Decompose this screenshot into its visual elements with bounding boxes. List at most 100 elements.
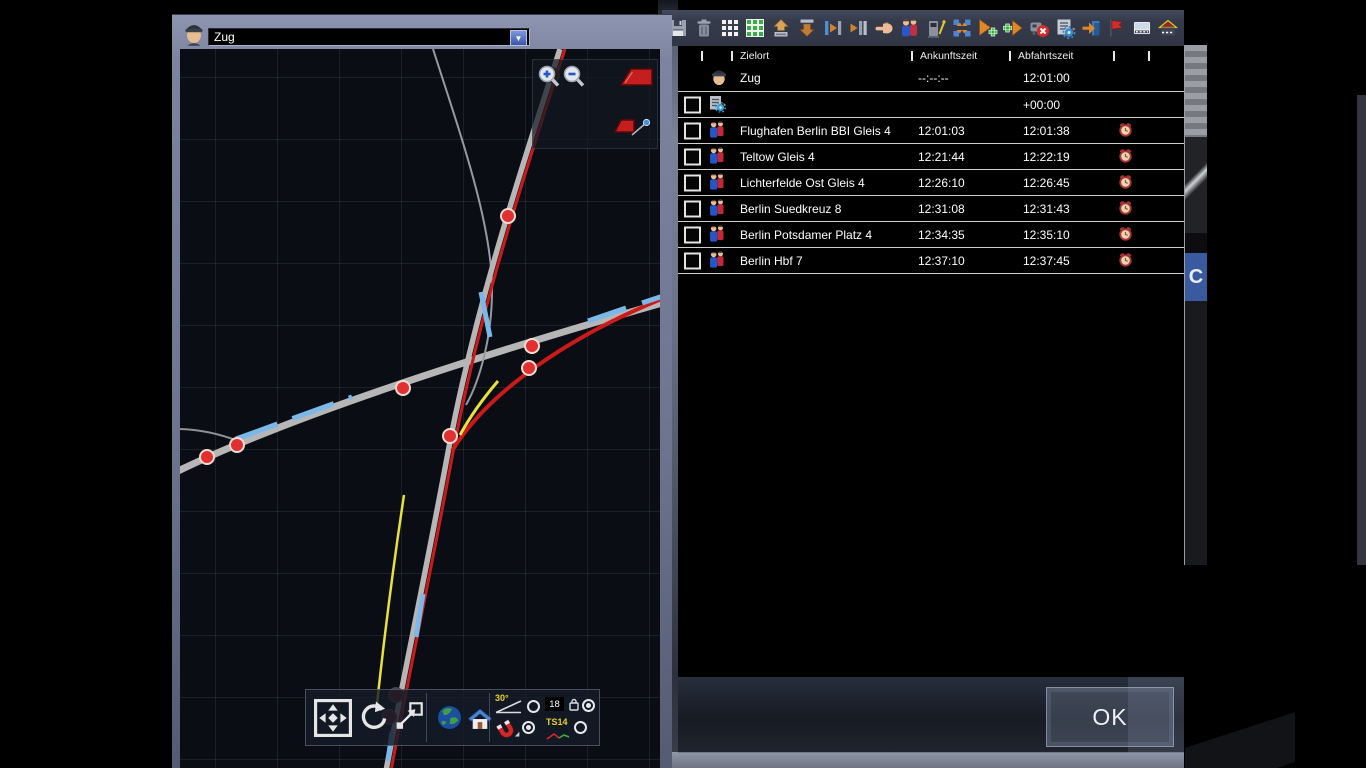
apply-icon[interactable] [1079,15,1103,41]
stop-name: Lichterfelde Ost Gleis 4 [740,176,865,190]
track-style-icon [546,728,570,746]
stop-name: Teltow Gleis 4 [740,150,815,164]
zoom-in-icon[interactable] [537,64,561,95]
timetable-panel: Zielort Ankunftszeit Abfahrtszeit Zug --… [678,48,1184,675]
passengers-icon [708,146,725,168]
track-map[interactable] [180,49,660,768]
track-style-label: TS14 [546,717,568,727]
stop-arrival: 12:37:10 [918,254,965,268]
station-sign: C [1185,253,1207,301]
track-connect-mode-icon[interactable] [611,110,653,151]
remove-stop-icon[interactable] [1027,15,1051,41]
passengers-icon [708,224,725,246]
train-name: Zug [740,71,761,85]
train-arrival: --:--:-- [918,71,949,85]
col-arrival[interactable]: Ankunftszeit [920,50,977,62]
stop-departure: 12:35:10 [1023,228,1070,242]
driver-icon [710,66,728,91]
zoom-out-icon[interactable] [562,64,586,95]
stop-departure: 12:37:45 [1023,254,1070,268]
stop-row[interactable]: Berlin Potsdamer Platz 4 12:34:35 12:35:… [678,222,1184,248]
append-stop-icon[interactable] [1001,15,1025,41]
insert-after-icon[interactable] [846,15,870,41]
row-checkbox[interactable] [684,200,701,217]
alarm-clock-icon[interactable] [1118,252,1133,270]
pick-hand-icon[interactable] [872,15,896,41]
track-mode-icon[interactable] [619,65,655,94]
row-checkbox[interactable] [684,174,701,191]
scene-floor [672,752,1184,768]
dropdown-arrow-icon[interactable]: ▼ [510,30,527,46]
magnet-icon[interactable] [495,719,518,747]
timetable-grid-active-icon[interactable] [743,15,767,41]
lock-icon [569,698,579,716]
col-destination[interactable]: Zielort [740,50,769,62]
control-panel-icon[interactable] [1130,15,1154,41]
add-stop-icon[interactable] [975,15,999,41]
timetable-grid-icon[interactable] [718,15,742,41]
map-canvas[interactable]: 30° 18 TS14 [180,49,660,768]
alarm-clock-icon[interactable] [1118,226,1133,244]
row-checkbox[interactable] [684,226,701,243]
alarm-clock-icon[interactable] [1118,122,1133,140]
track-stub-left [180,429,238,441]
move-down-icon[interactable] [795,15,819,41]
schedule-settings-icon[interactable] [1053,15,1077,41]
ok-button[interactable]: OK [1046,687,1174,747]
insert-before-icon[interactable] [821,15,845,41]
passengers-icon [708,120,725,142]
stop-departure: 12:01:38 [1023,124,1070,138]
globe-icon[interactable] [436,704,463,736]
schedule-gear-icon [708,94,726,115]
stop-arrival: 12:31:08 [918,202,965,216]
offset-row[interactable]: +00:00 [678,92,1184,118]
stop-arrival: 12:01:03 [918,124,965,138]
driver-icon [183,19,205,46]
track-style-radio[interactable] [574,721,587,734]
train-selector-value: Zug [214,30,235,44]
stop-row[interactable]: Berlin Suedkreuz 8 12:31:08 12:31:43 [678,196,1184,222]
row-checkbox[interactable] [684,122,701,139]
main-toolbar [662,10,1184,46]
row-checkbox[interactable] [684,148,701,165]
track-diagonal-gray [180,303,660,473]
move-up-icon[interactable] [769,15,793,41]
scale-icon[interactable] [393,701,424,737]
alarm-clock-icon[interactable] [1118,174,1133,192]
pan-icon[interactable] [314,699,352,742]
passengers-icon[interactable] [898,15,922,41]
delete-icon[interactable] [692,15,716,41]
stop-name: Berlin Potsdamer Platz 4 [740,228,872,242]
center-view-icon[interactable] [950,15,974,41]
stop-row[interactable]: Berlin Hbf 7 12:37:10 12:37:45 [678,248,1184,274]
stop-arrival: 12:21:44 [918,150,965,164]
flag-icon[interactable] [1104,15,1128,41]
train-departure: 12:01:00 [1023,71,1070,85]
col-departure[interactable]: Abfahrtszeit [1018,50,1073,62]
train-selector[interactable]: Zug ▼ [208,28,530,46]
length-radio[interactable] [582,699,595,712]
stop-arrival: 12:26:10 [918,176,965,190]
alarm-clock-icon[interactable] [1118,200,1133,218]
scene-building-edge [1357,95,1366,565]
row-checkbox[interactable] [684,252,701,269]
map-toolbar: 30° 18 TS14 [305,689,600,746]
stop-row[interactable]: Flughafen Berlin BBI Gleis 4 12:01:03 12… [678,118,1184,144]
slope-radio[interactable] [527,700,540,713]
row-checkbox[interactable] [684,96,701,113]
scene-sidings [1185,45,1207,137]
alarm-clock-icon[interactable] [1118,148,1133,166]
length-input[interactable]: 18 [545,697,564,711]
track-curve-top [433,49,492,405]
stop-name: Flughafen Berlin BBI Gleis 4 [740,124,891,138]
rotate-icon[interactable] [357,700,390,738]
stop-departure: 12:26:45 [1023,176,1070,190]
timetable-header: Zielort Ankunftszeit Abfahrtszeit [678,48,1184,65]
refuel-icon[interactable] [924,15,948,41]
map-panel: Zug ▼ [172,14,672,768]
depot-icon[interactable] [1156,15,1180,41]
stop-row[interactable]: Teltow Gleis 4 12:21:44 12:22:19 [678,144,1184,170]
train-row[interactable]: Zug --:--:-- 12:01:00 [678,65,1184,92]
magnet-radio[interactable] [522,721,535,734]
stop-row[interactable]: Lichterfelde Ost Gleis 4 12:26:10 12:26:… [678,170,1184,196]
